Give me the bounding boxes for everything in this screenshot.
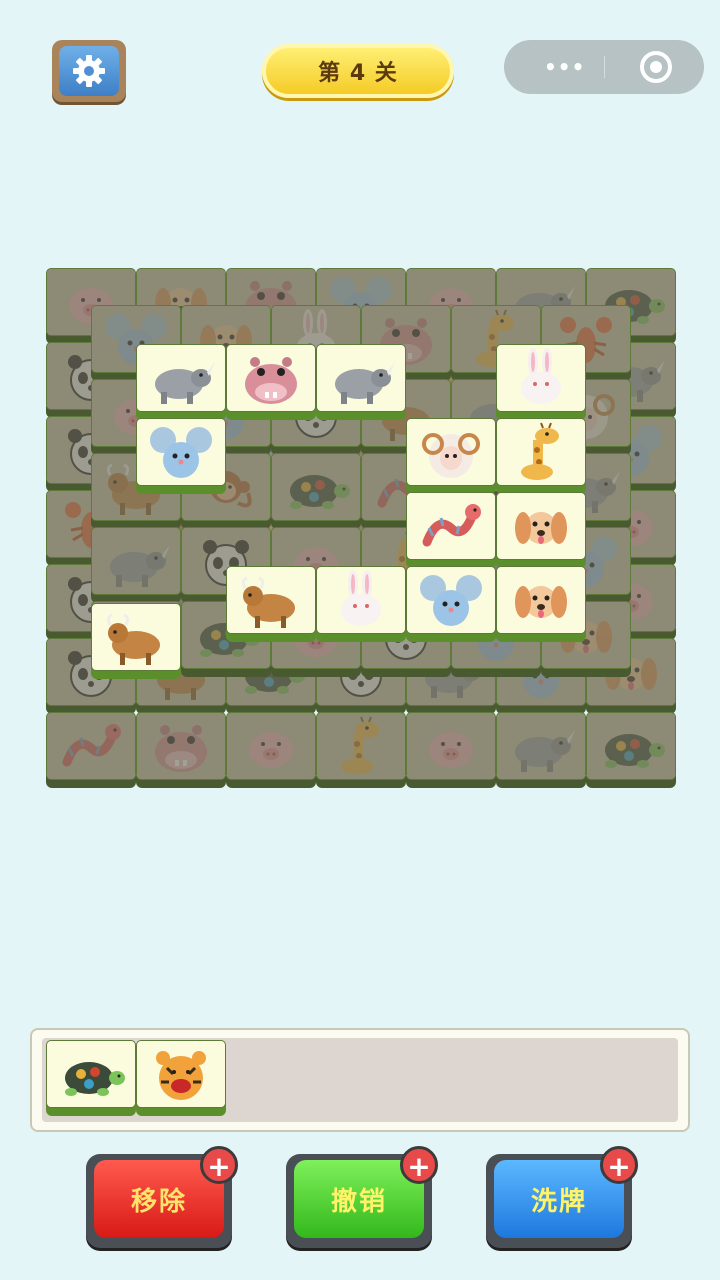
board-tile-bottom-dragon — [46, 712, 136, 788]
close-target-icon[interactable] — [638, 49, 674, 85]
board-tile-top-ox[interactable] — [91, 603, 181, 679]
tray-tile-turtle[interactable] — [46, 1040, 136, 1116]
board-tile-middle-rhino — [91, 527, 181, 603]
tile-face — [136, 418, 226, 486]
undo-plus-icon[interactable]: + — [400, 1146, 438, 1184]
gear-icon — [59, 46, 119, 96]
tile-shade — [317, 713, 405, 779]
tile-tray — [30, 1028, 690, 1132]
board-tile-top-mouse[interactable] — [406, 566, 496, 642]
rabbit-icon — [521, 348, 561, 404]
dog-icon — [515, 512, 567, 544]
remove-button[interactable]: 移除 + — [86, 1146, 238, 1248]
board-tile-bottom-pig — [226, 712, 316, 788]
tile-face — [226, 712, 316, 780]
board-tile-bottom-turtle — [586, 712, 676, 788]
ox-icon — [241, 576, 295, 628]
board-tile-top-dog[interactable] — [496, 566, 586, 642]
tile-face — [406, 712, 496, 780]
settings-button[interactable] — [52, 40, 126, 102]
tile-face — [316, 566, 406, 634]
dog-icon — [515, 586, 567, 618]
board-tile-bottom-hippo — [136, 712, 226, 788]
rhino-icon — [155, 362, 215, 404]
board-tile-top-sheep[interactable] — [406, 418, 496, 494]
tile-face — [496, 418, 586, 486]
tray-slots — [42, 1038, 678, 1122]
board-tile-top-hippo[interactable] — [226, 344, 316, 420]
tile-shade — [92, 528, 180, 594]
board-tile-top-mouse[interactable] — [136, 418, 226, 494]
tile-face — [406, 492, 496, 560]
shuffle-plus-icon[interactable]: + — [600, 1146, 638, 1184]
tile-face — [226, 344, 316, 412]
tile-shade — [497, 713, 585, 779]
tile-face — [496, 344, 586, 412]
mini-program-capsule[interactable]: ••• — [504, 40, 704, 94]
tiger-icon — [156, 1051, 206, 1100]
undo-button[interactable]: 撤销 + — [286, 1146, 438, 1248]
tile-face — [136, 344, 226, 412]
board-tile-bottom-pig — [406, 712, 496, 788]
giraffe-icon — [521, 422, 559, 480]
tile-shade — [407, 713, 495, 779]
tile-face — [91, 527, 181, 595]
board-tile-middle-turtle — [271, 453, 361, 529]
board-tile-top-rabbit[interactable] — [496, 344, 586, 420]
tile-shade — [137, 713, 225, 779]
board-tile-top-rhino[interactable] — [136, 344, 226, 420]
tile-face — [406, 418, 496, 486]
dragon-icon — [422, 504, 481, 547]
board-tile-top-ox[interactable] — [226, 566, 316, 642]
tile-face — [226, 566, 316, 634]
shuffle-button[interactable]: 洗牌 + — [486, 1146, 638, 1248]
tile-face — [46, 712, 136, 780]
capsule-divider — [604, 56, 605, 78]
board-tile-top-giraffe[interactable] — [496, 418, 586, 494]
tile-shade — [227, 713, 315, 779]
tile-face — [316, 712, 406, 780]
board-tile-top-dog[interactable] — [496, 492, 586, 568]
turtle-icon — [65, 1062, 125, 1096]
tile-shade — [272, 454, 360, 520]
tile-face — [496, 566, 586, 634]
board-tile-top-rabbit[interactable] — [316, 566, 406, 642]
remove-plus-icon[interactable]: + — [200, 1146, 238, 1184]
tile-face — [46, 1040, 136, 1108]
mouse-icon — [420, 575, 482, 626]
tile-shade — [47, 713, 135, 779]
board-tile-top-dragon[interactable] — [406, 492, 496, 568]
more-icon[interactable]: ••• — [544, 40, 585, 94]
tile-face — [586, 712, 676, 780]
tile-face — [316, 344, 406, 412]
board-tile-bottom-rhino — [496, 712, 586, 788]
tile-shade — [587, 713, 675, 779]
rabbit-icon — [341, 570, 381, 626]
tile-face — [136, 1040, 226, 1108]
board-tile-top-rhino[interactable] — [316, 344, 406, 420]
tile-face — [406, 566, 496, 634]
tile-face — [496, 492, 586, 560]
tile-face — [271, 453, 361, 521]
sheep-icon — [422, 433, 480, 478]
hippo-icon — [245, 357, 297, 404]
level-title: 第 4 关 — [262, 44, 454, 98]
tile-face — [496, 712, 586, 780]
ox-icon — [106, 613, 160, 665]
tile-face — [91, 603, 181, 671]
tile-face — [136, 712, 226, 780]
mouse-icon — [150, 427, 212, 478]
rhino-icon — [335, 362, 395, 404]
tray-tile-tiger[interactable] — [136, 1040, 226, 1116]
board-tile-bottom-giraffe — [316, 712, 406, 788]
